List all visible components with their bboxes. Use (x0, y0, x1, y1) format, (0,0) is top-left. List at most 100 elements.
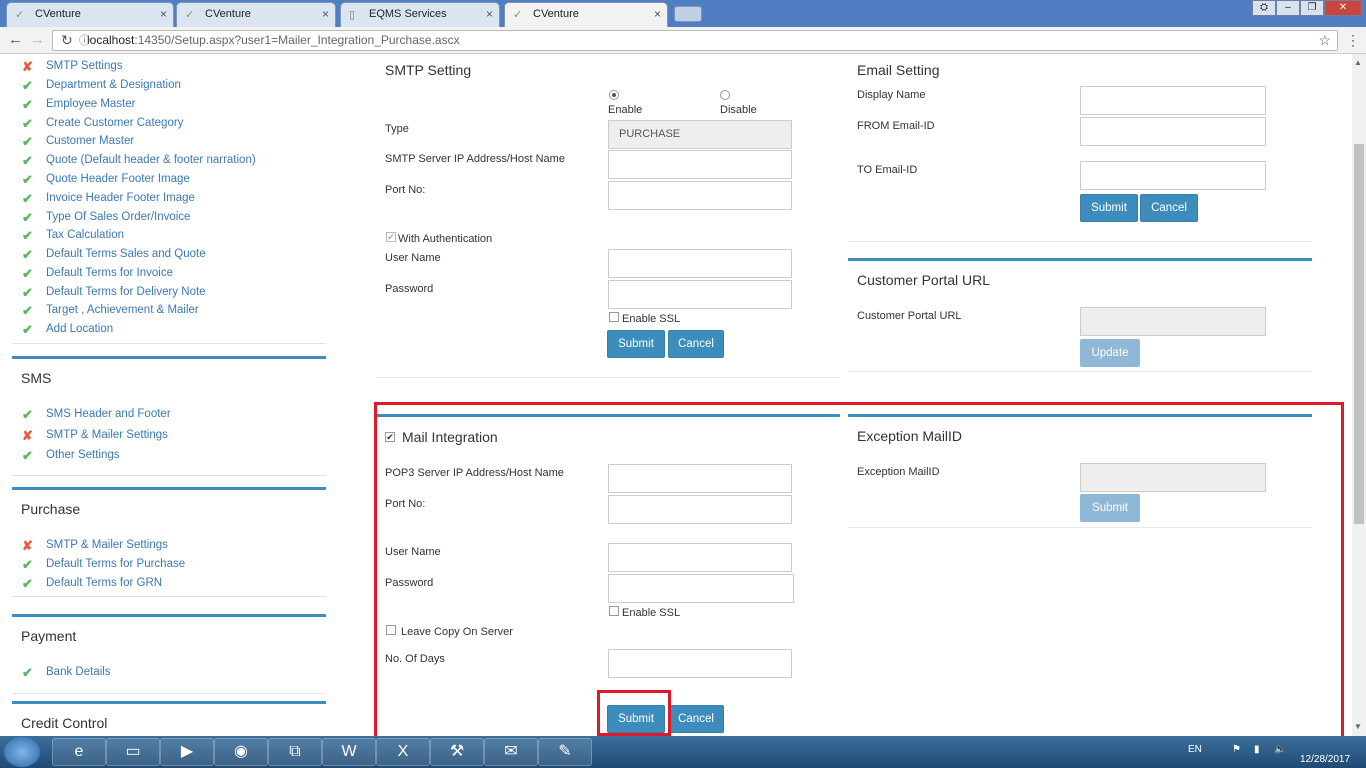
smtp-ssl-checkbox[interactable] (609, 312, 619, 322)
page-icon: ✓ (513, 9, 523, 21)
credit-title: Credit Control (21, 715, 108, 731)
sidebar-item-employee-master[interactable]: Employee Master (46, 98, 135, 110)
smtp-port-input[interactable] (608, 181, 792, 210)
smtp-cancel-button[interactable]: Cancel (668, 330, 724, 358)
star-icon[interactable]: ☆ (1318, 31, 1331, 50)
check-icon: ✔ (22, 153, 33, 168)
visual-studio-icon[interactable]: ⧉ (268, 738, 322, 766)
smtp-server-input[interactable] (608, 150, 792, 179)
sidebar-item-invoice-image[interactable]: Invoice Header Footer Image (46, 192, 195, 204)
scroll-down-icon[interactable]: ▼ (1354, 722, 1362, 731)
highlight-box-submit (597, 690, 671, 736)
flag-icon[interactable]: ⚑ (1232, 744, 1241, 755)
browser-tab-3[interactable]: ▯ EQMS Services × (340, 2, 500, 27)
user-icon[interactable]: ⛭ (1252, 0, 1276, 16)
sidebar-item-smtp-settings[interactable]: SMTP Settings (46, 60, 123, 72)
check-icon: ✔ (22, 285, 33, 300)
page-scrollbar[interactable]: ▲ ▼ (1352, 54, 1366, 736)
portal-title: Customer Portal URL (857, 272, 991, 288)
browser-tab-1[interactable]: ✓ CVenture × (6, 2, 174, 27)
url-bar[interactable]: ↻ ⓘ localhost:14350/Setup.aspx?user1=Mai… (52, 30, 1338, 51)
check-icon: ✔ (22, 303, 33, 318)
outlook-icon[interactable]: ✉ (484, 738, 538, 766)
close-tab-icon[interactable]: × (486, 3, 493, 25)
sidebar-item-terms-purchase[interactable]: Default Terms for Purchase (46, 558, 185, 570)
menu-icon[interactable]: ⋮ (1346, 31, 1360, 49)
portal-url-input[interactable] (1080, 307, 1266, 336)
payment-title: Payment (21, 628, 77, 644)
email-cancel-button[interactable]: Cancel (1140, 194, 1198, 222)
folder-icon[interactable]: ▭ (106, 738, 160, 766)
page-icon: ✓ (15, 9, 25, 21)
info-icon: ⓘ (79, 35, 90, 47)
document-icon: ▯ (349, 9, 356, 21)
x-icon: ✘ (22, 428, 33, 443)
smtp-password-input[interactable] (608, 280, 792, 309)
close-tab-icon[interactable]: × (322, 3, 329, 25)
reload-icon[interactable]: ↻ (61, 31, 73, 50)
sidebar-item-add-location[interactable]: Add Location (46, 323, 113, 335)
close-tab-icon[interactable]: × (654, 3, 661, 25)
customer-portal-box: Customer Portal URL Customer Portal URL … (848, 258, 1312, 372)
sidebar-item-department[interactable]: Department & Designation (46, 79, 181, 91)
check-icon: ✔ (22, 116, 33, 131)
sidebar-item-terms-invoice[interactable]: Default Terms for Invoice (46, 267, 173, 279)
check-icon: ✔ (22, 134, 33, 149)
check-icon: ✔ (22, 266, 33, 281)
volume-icon[interactable]: 🔈 (1274, 744, 1286, 755)
sidebar-item-terms-grn[interactable]: Default Terms for GRN (46, 577, 162, 589)
forward-arrow-icon[interactable]: → (30, 31, 45, 49)
back-arrow-icon[interactable]: ← (8, 31, 23, 49)
sidebar-item-target-mailer[interactable]: Target , Achievement & Mailer (46, 304, 199, 316)
close-window-button[interactable]: ✕ (1324, 0, 1362, 16)
sidebar-item-sms-header[interactable]: SMS Header and Footer (46, 408, 171, 420)
sms-panel: SMS ✔ SMS Header and Footer ✘ SMTP & Maile… (12, 356, 326, 476)
to-email-input[interactable] (1080, 161, 1266, 190)
paint-icon[interactable]: ✎ (538, 738, 592, 766)
sidebar-item-terms-delivery[interactable]: Default Terms for Delivery Note (46, 286, 206, 298)
with-authentication-checkbox[interactable]: ✔ (386, 232, 396, 242)
new-tab-button[interactable] (674, 6, 702, 22)
email-submit-button[interactable]: Submit (1080, 194, 1138, 222)
disable-radio[interactable] (720, 90, 730, 100)
sidebar-item-type-of-sales[interactable]: Type Of Sales Order/Invoice (46, 211, 190, 223)
sms-title: SMS (21, 370, 52, 386)
sidebar-item-tax-calculation[interactable]: Tax Calculation (46, 229, 124, 241)
enable-radio[interactable] (609, 90, 619, 100)
sidebar-item-quote-image[interactable]: Quote Header Footer Image (46, 173, 190, 185)
display-name-input[interactable] (1080, 86, 1266, 115)
word-icon[interactable]: W (322, 738, 376, 766)
from-email-input[interactable] (1080, 117, 1266, 146)
language-indicator[interactable]: EN (1188, 744, 1202, 755)
sidebar-item-sms-other[interactable]: Other Settings (46, 449, 120, 461)
minimize-button[interactable]: – (1276, 0, 1300, 16)
sidebar-item-terms-sales[interactable]: Default Terms Sales and Quote (46, 248, 206, 260)
sidebar-item-customer-category[interactable]: Create Customer Category (46, 117, 183, 129)
excel-icon[interactable]: X (376, 738, 430, 766)
smtp-submit-button[interactable]: Submit (607, 330, 665, 358)
maximize-button[interactable]: ❐ (1300, 0, 1324, 16)
smtp-port-label: Port No: (385, 184, 426, 196)
smtp-user-input[interactable] (608, 249, 792, 278)
check-icon: ✔ (22, 191, 33, 206)
chrome-icon[interactable]: ◉ (214, 738, 268, 766)
start-button[interactable] (4, 737, 40, 767)
scroll-up-icon[interactable]: ▲ (1354, 58, 1362, 67)
sidebar-item-sms-smtp[interactable]: SMTP & Mailer Settings (46, 429, 168, 441)
browser-tab-4[interactable]: ✓ CVenture × (504, 2, 668, 28)
sidebar-item-quote-default[interactable]: Quote (Default header & footer narration… (46, 154, 256, 166)
network-icon[interactable]: ▮ (1254, 744, 1260, 755)
portal-update-button[interactable]: Update (1080, 339, 1140, 367)
date-display[interactable]: 12/28/2017 (1300, 754, 1350, 765)
tools-icon[interactable]: ⚒ (430, 738, 484, 766)
internet-explorer-icon[interactable]: e (52, 738, 106, 766)
close-tab-icon[interactable]: × (160, 3, 167, 25)
url-host: localhost (87, 33, 135, 47)
sidebar-item-purchase-smtp[interactable]: SMTP & Mailer Settings (46, 539, 168, 551)
sidebar-item-bank-details[interactable]: Bank Details (46, 666, 111, 678)
media-player-icon[interactable]: ▶ (160, 738, 214, 766)
sidebar-item-customer-master[interactable]: Customer Master (46, 135, 134, 147)
browser-tab-2[interactable]: ✓ CVenture × (176, 2, 336, 27)
scroll-thumb[interactable] (1354, 144, 1364, 524)
smtp-ssl-label: Enable SSL (622, 313, 681, 325)
